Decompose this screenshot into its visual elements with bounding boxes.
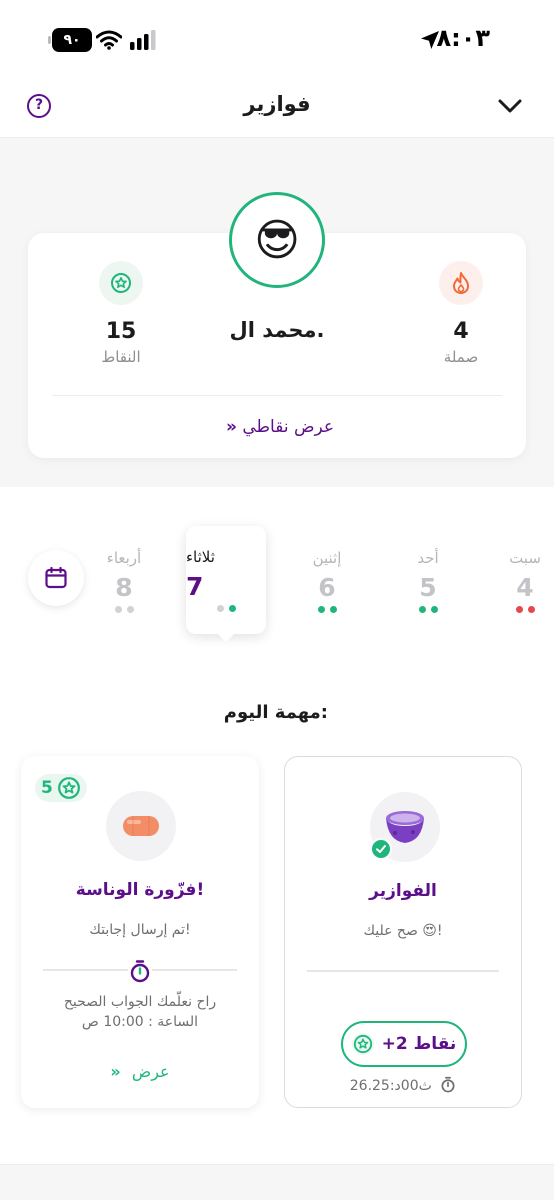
check-icon	[370, 838, 392, 860]
double-chevron-icon: »	[110, 1062, 121, 1081]
day-status-dots	[287, 606, 367, 613]
badge-points: 5	[41, 778, 53, 798]
day-saturday[interactable]: سبت 4	[485, 549, 554, 613]
star-badge-icon	[99, 261, 143, 305]
double-chevron-icon: »	[225, 417, 237, 437]
day-status-dots	[485, 606, 554, 613]
points-label: النقاط	[101, 348, 141, 366]
day-sunday[interactable]: أحد 5	[388, 549, 468, 613]
day-status-dots	[186, 605, 266, 612]
flame-icon	[439, 261, 483, 305]
status-bar: ٨:٠٣ ٩٠	[0, 0, 554, 80]
page-title: فوازير	[243, 92, 311, 116]
day-number: 5	[419, 573, 437, 602]
day-name: إثنين	[312, 549, 342, 567]
user-name: محمد ال.	[229, 318, 325, 342]
progress-track	[307, 970, 499, 972]
streak-stat: 4 صملة	[416, 261, 506, 366]
today-task-section: مهمة اليوم: 5 فزّورة الوناسة! تم إرسال إ…	[0, 672, 554, 1164]
day-number: 6	[318, 573, 336, 602]
points-value: 15	[105, 319, 137, 344]
day-tuesday-selected[interactable]: ثلاثاء 7	[186, 526, 266, 642]
points-stat: 15 النقاط	[76, 261, 166, 366]
timer-icon	[441, 1076, 455, 1093]
view-points-label: عرض نقاطي	[242, 417, 335, 437]
divider	[52, 395, 502, 396]
card-note: راح نعلّمك الجواب الصحيح الساعة : 10:00 …	[31, 992, 249, 1032]
chevron-down-icon[interactable]	[496, 96, 524, 120]
view-link-label: عرض	[131, 1062, 170, 1081]
day-number: 8	[115, 573, 133, 602]
calendar-icon	[45, 566, 67, 589]
profile-section: 😎 15 النقاط محمد ال. 4 صملة » عرض نقاطي	[0, 139, 554, 487]
card-image	[106, 791, 176, 861]
card-image	[370, 792, 440, 862]
signal-icon	[130, 30, 158, 54]
streak-value: 4	[453, 319, 469, 344]
view-link[interactable]: » عرض	[21, 1062, 259, 1081]
note-line: الساعة : 10:00 ص	[81, 1014, 199, 1030]
bottom-strip	[0, 1164, 554, 1200]
earned-points-label: +2 نقاط	[381, 1034, 457, 1054]
points-badge: 5	[35, 774, 87, 802]
star-badge-icon	[57, 777, 80, 799]
card-subtitle: تم إرسال إجابتك!	[89, 922, 191, 938]
day-monday[interactable]: إثنين 6	[287, 549, 367, 613]
riddle-card[interactable]: 5 فزّورة الوناسة! تم إرسال إجابتك! راح ن…	[21, 756, 259, 1108]
card-subtitle: صح عليك 😍!	[363, 923, 443, 939]
wifi-icon	[95, 30, 123, 54]
quiz-card[interactable]: الفوازير صح عليك 😍! +2 نقاط 26.25:ث00د	[284, 756, 522, 1108]
star-badge-icon	[351, 1033, 374, 1055]
avatar[interactable]: 😎	[229, 192, 325, 288]
card-title: فزّورة الوناسة!	[75, 880, 205, 900]
note-line: راح نعلّمك الجواب الصحيح	[63, 994, 217, 1010]
battery-icon: ٩٠	[48, 28, 92, 52]
day-name: أحد	[417, 549, 439, 567]
sausage-icon	[123, 816, 159, 836]
card-title: الفوازير	[369, 881, 437, 901]
view-points-link[interactable]: » عرض نقاطي	[28, 417, 526, 437]
battery-level: ٩٠	[52, 28, 92, 52]
elapsed-time: 26.25:ث00د	[285, 1076, 521, 1094]
day-number: 4	[516, 573, 534, 602]
day-name: سبت	[509, 549, 541, 567]
bowl-icon	[386, 811, 424, 843]
timer-icon	[128, 958, 152, 984]
day-status-dots	[388, 606, 468, 613]
section-title: مهمة اليوم:	[223, 702, 328, 723]
day-number: 7	[186, 572, 204, 601]
calendar-button[interactable]	[28, 550, 84, 606]
day-wednesday[interactable]: أربعاء 8	[84, 549, 164, 613]
app-header: ? فوازير	[0, 80, 554, 138]
day-name: ثلاثاء	[186, 548, 215, 566]
days-strip: سبت 4 أحد 5 إثنين 6 ثلاثاء 7 أربعاء 8	[0, 487, 554, 672]
elapsed-value: 26.25:ث00د	[349, 1078, 432, 1094]
status-time: ٨:٠٣	[436, 24, 490, 52]
location-icon	[420, 30, 440, 54]
earned-points-pill: +2 نقاط	[341, 1021, 467, 1067]
day-name: أربعاء	[106, 549, 142, 567]
streak-label: صملة	[443, 348, 479, 366]
day-status-dots	[84, 606, 164, 613]
